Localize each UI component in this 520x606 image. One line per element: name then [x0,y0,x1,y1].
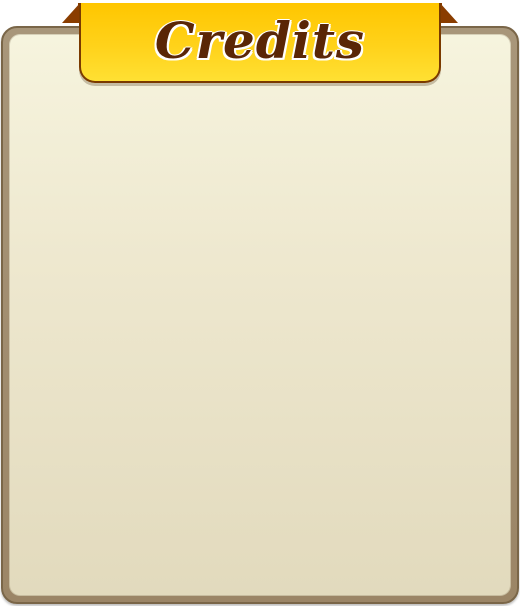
banner-ribbon-fold-left [62,3,80,23]
page-title: Credits [154,10,366,70]
credits-content-area [9,34,511,596]
credits-screen: Credits [0,0,520,606]
credits-panel [1,26,519,604]
title-banner: Credits [79,3,441,83]
banner-ribbon-fold-right [440,3,458,23]
